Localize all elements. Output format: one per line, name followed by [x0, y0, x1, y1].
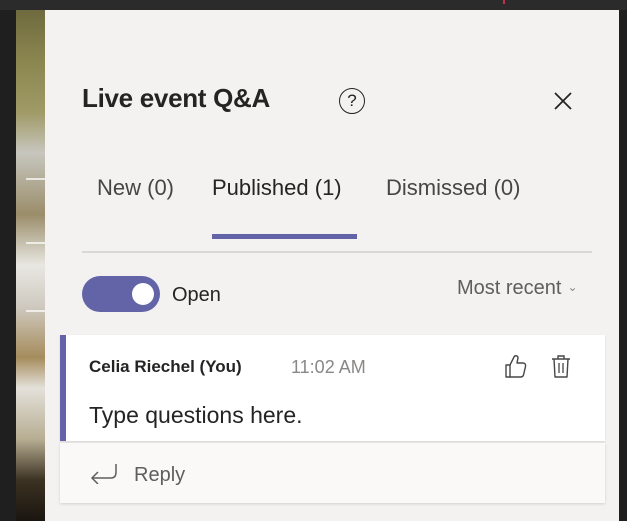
- window-edge: [619, 10, 627, 521]
- question-author: Celia Riechel (You): [89, 357, 242, 376]
- window-top-bar: [0, 0, 627, 10]
- tab-dismissed[interactable]: Dismissed (0): [386, 175, 520, 243]
- recording-indicator: [503, 0, 505, 4]
- video-detail: [26, 310, 46, 312]
- tab-new[interactable]: New (0): [97, 175, 174, 243]
- close-icon[interactable]: [552, 90, 574, 112]
- question-text: Type questions here.: [89, 402, 303, 428]
- sort-label: Most recent: [457, 277, 562, 299]
- reply-arrow-icon: [90, 464, 117, 484]
- sort-dropdown[interactable]: Most recent ⌄: [457, 277, 578, 300]
- tab-new-label: New (0): [97, 175, 175, 200]
- question-card: Celia Riechel (You) 11:02 AM Type questi…: [60, 335, 605, 441]
- reply-button[interactable]: Reply: [60, 443, 605, 503]
- thumbs-up-icon[interactable]: [502, 353, 528, 379]
- tab-dismissed-label: Dismissed (0): [386, 175, 521, 200]
- panel-title: Live event Q&A: [82, 83, 270, 113]
- tab-published-label: Published (1): [212, 175, 342, 200]
- tab-published[interactable]: Published (1): [212, 175, 357, 243]
- question-time: 11:02 AM: [291, 357, 366, 377]
- qa-panel: Live event Q&A ? New (0) Published (1) D…: [45, 10, 619, 521]
- video-detail: [26, 178, 46, 180]
- open-toggle[interactable]: [82, 276, 160, 312]
- chevron-down-icon: ⌄: [567, 280, 578, 294]
- video-feed-strip: [16, 10, 46, 521]
- open-toggle-label: Open: [172, 284, 221, 306]
- tabs-divider: [82, 251, 592, 253]
- active-tab-indicator: [212, 234, 357, 239]
- video-detail: [26, 242, 46, 244]
- reply-label: Reply: [134, 464, 186, 486]
- qa-tabs: New (0) Published (1) Dismissed (0): [82, 175, 592, 245]
- trash-icon[interactable]: [550, 353, 572, 379]
- question-circle-icon[interactable]: ?: [339, 88, 365, 114]
- toggle-knob: [132, 283, 154, 305]
